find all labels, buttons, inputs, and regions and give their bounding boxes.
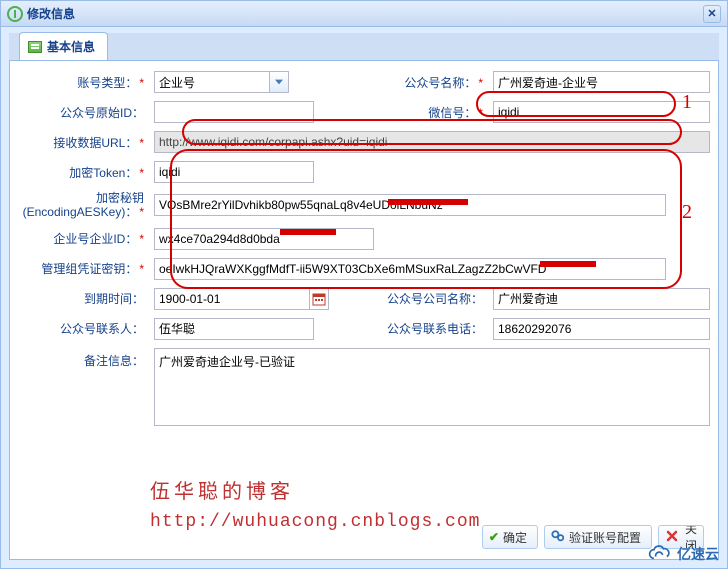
orig-id-input[interactable] bbox=[154, 101, 314, 123]
dialog-body: 基本信息 账号类型：* 公众号名称：* 公众号原始ID： 微信号：* 接收数据 bbox=[9, 33, 719, 560]
cancel-button[interactable]: 关闭 bbox=[658, 525, 704, 549]
label-expire: 到期时间： bbox=[18, 290, 148, 307]
verify-config-button[interactable]: 验证账号配置 bbox=[544, 525, 652, 549]
tab-basic-info[interactable]: 基本信息 bbox=[19, 32, 108, 60]
form-icon bbox=[28, 41, 42, 53]
watermark: 伍华聪的博客 http://wuhuacong.cnblogs.com bbox=[150, 476, 480, 537]
wechat-input[interactable] bbox=[493, 101, 710, 123]
edit-add-icon bbox=[7, 6, 23, 22]
label-contact: 公众号联系人： bbox=[18, 320, 148, 337]
token-input[interactable] bbox=[154, 161, 314, 183]
tab-strip: 基本信息 bbox=[9, 33, 719, 61]
company-input[interactable] bbox=[493, 288, 710, 310]
url-input[interactable] bbox=[154, 131, 710, 153]
account-type-input[interactable] bbox=[154, 71, 269, 93]
tab-label: 基本信息 bbox=[47, 38, 95, 55]
close-button[interactable]: ✕ bbox=[703, 5, 721, 23]
button-bar: ✔ 确定 验证账号配置 关闭 bbox=[482, 525, 704, 549]
label-wechat: 微信号：* bbox=[377, 104, 487, 121]
window-title: 修改信息 bbox=[27, 5, 75, 22]
gear-icon bbox=[551, 529, 565, 546]
annotation-num-1: 1 bbox=[682, 91, 692, 114]
form-panel: 账号类型：* 公众号名称：* 公众号原始ID： 微信号：* 接收数据URL：* … bbox=[9, 61, 719, 560]
label-mgmt-key: 管理组凭证密钥：* bbox=[18, 260, 148, 277]
expire-input[interactable] bbox=[154, 288, 309, 310]
label-corp-id: 企业号企业ID：* bbox=[18, 230, 148, 247]
aes-input[interactable] bbox=[154, 194, 666, 216]
label-account-type: 账号类型：* bbox=[18, 74, 148, 91]
label-pub-name: 公众号名称：* bbox=[377, 74, 487, 91]
remark-textarea[interactable] bbox=[154, 348, 710, 426]
check-icon: ✔ bbox=[489, 530, 499, 544]
titlebar: 修改信息 ✕ bbox=[1, 1, 727, 27]
label-phone: 公众号联系电话： bbox=[377, 322, 487, 336]
calendar-icon[interactable] bbox=[309, 288, 329, 310]
dialog-window: 修改信息 ✕ 基本信息 账号类型：* 公众号名称：* 公众号原始ID bbox=[0, 0, 728, 569]
pub-name-input[interactable] bbox=[493, 71, 710, 93]
label-remark: 备注信息： bbox=[18, 348, 148, 369]
account-type-combo[interactable] bbox=[154, 71, 294, 93]
phone-input[interactable] bbox=[493, 318, 710, 340]
ok-button[interactable]: ✔ 确定 bbox=[482, 525, 538, 549]
chevron-down-icon[interactable] bbox=[269, 71, 289, 93]
label-orig-id: 公众号原始ID： bbox=[18, 104, 148, 121]
contact-input[interactable] bbox=[154, 318, 314, 340]
close-icon bbox=[665, 529, 679, 546]
annotation-num-2: 2 bbox=[682, 201, 692, 224]
corp-id-input[interactable] bbox=[154, 228, 374, 250]
label-company: 公众号公司名称： bbox=[377, 292, 487, 306]
expire-date-field[interactable] bbox=[154, 288, 329, 310]
form-grid: 账号类型：* 公众号名称：* 公众号原始ID： 微信号：* 接收数据URL：* … bbox=[18, 71, 710, 429]
label-aes: 加密秘钥 (EncodingAESKey)：* bbox=[18, 191, 148, 220]
label-url: 接收数据URL：* bbox=[18, 134, 148, 151]
label-token: 加密Token：* bbox=[18, 164, 148, 181]
mgmt-key-input[interactable] bbox=[154, 258, 666, 280]
